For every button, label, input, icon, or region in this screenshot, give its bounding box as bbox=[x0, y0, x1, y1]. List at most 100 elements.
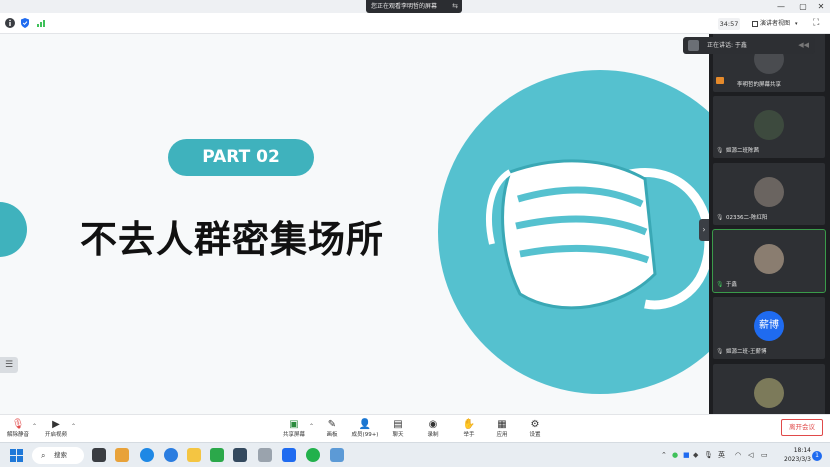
participant-tile[interactable]: ⌄ bbox=[713, 364, 825, 414]
participant-name: 姬源二班-王薪博 bbox=[726, 349, 767, 355]
tray-app-icon[interactable]: ■ bbox=[683, 449, 690, 461]
participant-name: 李明哲的屏幕共享 bbox=[737, 82, 782, 88]
whiteboard-button[interactable]: ✎ 画板 bbox=[314, 418, 350, 442]
windows-start-icon[interactable] bbox=[10, 449, 23, 462]
settings-button[interactable]: ⚙ 设置 bbox=[517, 418, 553, 442]
shared-screen-slide: PART 02 不去人群密集场所 ☰ › bbox=[0, 34, 709, 414]
app-icon[interactable] bbox=[233, 448, 247, 462]
browser-icon[interactable] bbox=[164, 448, 178, 462]
view-mode-label: 演讲者视图 bbox=[760, 20, 791, 27]
chat-button[interactable]: ▤ 聊天 bbox=[380, 418, 416, 442]
screen-share-icon bbox=[716, 77, 724, 84]
chevron-up-icon[interactable]: ⌃ bbox=[71, 423, 76, 430]
volume-icon[interactable]: ◁ bbox=[748, 449, 753, 461]
more-icon: ◀◀ bbox=[798, 41, 809, 49]
avatar bbox=[754, 244, 784, 274]
clock-time: 18:14 bbox=[793, 447, 811, 454]
mic-muted-icon: 🎙 bbox=[716, 214, 724, 221]
hand-icon: ✋ bbox=[462, 419, 476, 430]
shield-icon[interactable] bbox=[19, 17, 31, 29]
participant-label: 🎙 于鑫 bbox=[716, 281, 737, 289]
avatar bbox=[754, 110, 784, 140]
fullscreen-icon[interactable]: ⛶ bbox=[813, 18, 823, 28]
participant-label: 🎙 02336二-陈红阳 bbox=[716, 214, 767, 222]
input-method[interactable]: 英 bbox=[718, 449, 725, 461]
participant-name: 02336二-陈红阳 bbox=[726, 215, 768, 221]
active-speaker-banner: 正在讲话: 于鑫 ◀◀ bbox=[683, 37, 815, 54]
participant-tile[interactable]: 🎙 姬源二班陈茜 bbox=[713, 96, 825, 158]
unmute-button[interactable]: 🎙 解除静音 bbox=[0, 418, 36, 442]
mic-muted-icon: 🎙 bbox=[716, 147, 724, 154]
meeting-info-bar bbox=[0, 13, 830, 34]
chat-icon: ▤ bbox=[393, 419, 403, 430]
chevron-up-icon[interactable]: ⌃ bbox=[32, 423, 37, 430]
view-mode-dropdown[interactable]: 演讲者视图 ▾ bbox=[750, 17, 808, 31]
app-icon[interactable] bbox=[210, 448, 224, 462]
clock-date: 2023/3/3 bbox=[784, 456, 811, 463]
exit-share-view-icon[interactable]: ⇆ bbox=[452, 0, 458, 13]
os-taskbar: ⌕ 搜索 ⌃ ● ■ ◆ 🎙 英 ◠ ◁ ▭ 18:14 2023/3/3 1 bbox=[0, 442, 830, 467]
chevron-down-icon: ▾ bbox=[794, 21, 798, 27]
wifi-icon[interactable]: ◠ bbox=[735, 449, 741, 461]
slide-title: 不去人群密集场所 bbox=[80, 218, 384, 261]
apps-button[interactable]: ▦ 应用 bbox=[484, 418, 520, 442]
face-mask-illustration bbox=[486, 159, 709, 310]
members-button[interactable]: 👤 成员(99+) bbox=[347, 418, 383, 442]
active-speaker-label: 正在讲话: 于鑫 bbox=[707, 42, 747, 49]
notification-badge[interactable]: 1 bbox=[812, 451, 822, 461]
signal-icon[interactable] bbox=[35, 17, 47, 29]
camera-off-icon: ▶ bbox=[52, 419, 60, 430]
app-icon[interactable] bbox=[115, 448, 129, 462]
part-badge: PART 02 bbox=[168, 139, 314, 176]
close-button[interactable]: ✕ bbox=[814, 0, 828, 13]
task-view-icon[interactable] bbox=[92, 448, 106, 462]
chevron-up-icon[interactable]: ⌃ bbox=[661, 449, 667, 461]
meeting-toolbar: 🎙 解除静音 ⌃ ▶ 开启视频 ⌃ ▣ 共享屏幕 ⌃ ✎ 画板 👤 成员(99+… bbox=[0, 414, 830, 442]
mic-muted-icon: 🎙 bbox=[716, 348, 724, 355]
app-icon[interactable] bbox=[330, 448, 344, 462]
file-explorer-icon[interactable] bbox=[187, 448, 201, 462]
minimize-button[interactable]: — bbox=[774, 0, 788, 13]
window-title-bar: 您正在观看李明哲的屏幕 ⇆ — ▢ ✕ bbox=[0, 0, 830, 13]
avatar: 薪博 bbox=[754, 311, 784, 341]
collapse-panel-button[interactable]: › bbox=[699, 219, 709, 241]
tencent-meeting-icon[interactable] bbox=[282, 448, 296, 462]
participants-panel: 李明哲的屏幕共享 🎙 姬源二班陈茜 🎙 02336二-陈红阳 🎙 于鑫 薪博 🎙 姬源二… bbox=[709, 34, 830, 414]
decorative-circle-left bbox=[0, 202, 27, 257]
share-screen-button[interactable]: ▣ 共享屏幕 bbox=[276, 418, 312, 442]
avatar bbox=[688, 40, 699, 51]
raise-hand-button[interactable]: ✋ 举手 bbox=[451, 418, 487, 442]
participant-label: 🎙 姬源二班陈茜 bbox=[716, 147, 759, 155]
slide-menu-icon[interactable]: ☰ bbox=[0, 357, 18, 373]
participant-name: 姬源二班陈茜 bbox=[726, 148, 760, 154]
edge-browser-icon[interactable] bbox=[140, 448, 154, 462]
participant-tile[interactable]: 🎙 02336二-陈红阳 bbox=[713, 163, 825, 225]
mic-active-icon: 🎙 bbox=[716, 281, 724, 288]
whiteboard-icon: ✎ bbox=[327, 419, 337, 430]
taskbar-clock[interactable]: 18:14 2023/3/3 bbox=[777, 446, 811, 464]
mic-icon[interactable]: 🎙 bbox=[704, 449, 713, 461]
maximize-button[interactable]: ▢ bbox=[796, 0, 810, 13]
meeting-timer: 34:57 bbox=[718, 18, 740, 30]
record-icon: ◉ bbox=[428, 419, 438, 430]
participant-tile[interactable]: 🎙 于鑫 bbox=[712, 229, 826, 293]
app-icon[interactable] bbox=[306, 448, 320, 462]
tray-app-icon[interactable]: ◆ bbox=[693, 449, 698, 461]
battery-icon[interactable]: ▭ bbox=[761, 449, 768, 461]
gear-icon: ⚙ bbox=[530, 419, 540, 430]
share-screen-icon: ▣ bbox=[289, 419, 299, 430]
search-icon: ⌕ bbox=[41, 451, 46, 460]
participant-tile[interactable]: 薪博 🎙 姬源二班-王薪博 bbox=[713, 297, 825, 359]
wechat-icon[interactable]: ● bbox=[672, 449, 678, 461]
app-icon[interactable] bbox=[258, 448, 272, 462]
apps-icon: ▦ bbox=[497, 419, 507, 430]
record-button[interactable]: ◉ 录制 bbox=[415, 418, 451, 442]
start-video-button[interactable]: ▶ 开启视频 bbox=[38, 418, 74, 442]
mic-muted-icon: 🎙 bbox=[11, 419, 25, 430]
participant-label: 🎙 姬源二班-王薪博 bbox=[716, 348, 767, 356]
screen-sharing-indicator[interactable]: 您正在观看李明哲的屏幕 ⇆ bbox=[366, 0, 462, 13]
taskbar-search[interactable]: ⌕ 搜索 bbox=[32, 447, 84, 464]
avatar bbox=[754, 378, 784, 408]
leave-meeting-button[interactable]: 离开会议 bbox=[781, 419, 823, 436]
info-icon[interactable] bbox=[4, 17, 16, 29]
